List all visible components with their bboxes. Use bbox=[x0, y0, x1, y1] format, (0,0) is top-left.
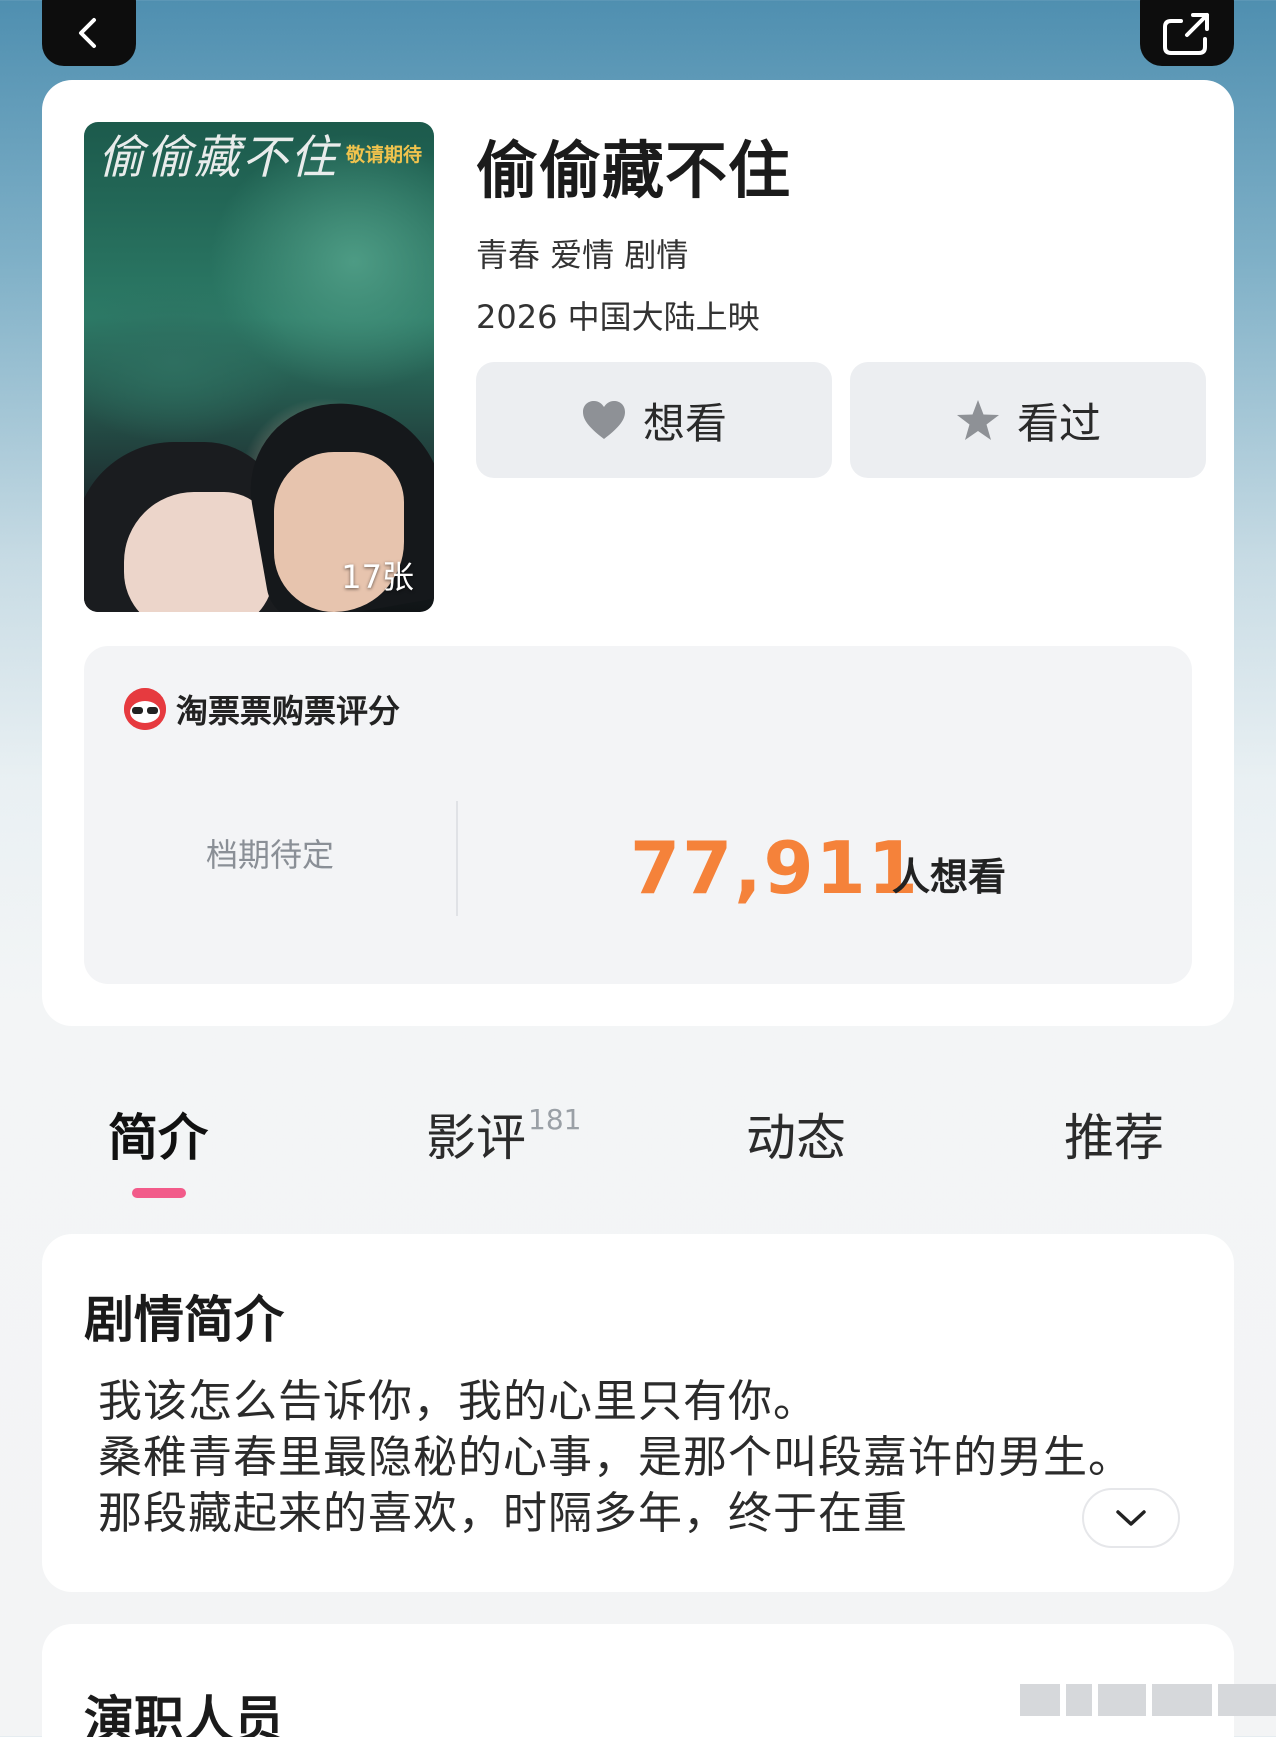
synopsis-heading: 剧情简介 bbox=[84, 1291, 284, 1349]
chevron-left-icon bbox=[79, 18, 96, 48]
release-status: 档期待定 bbox=[205, 836, 334, 874]
expand-synopsis-button[interactable] bbox=[1082, 1488, 1180, 1548]
movie-header-card: 偷偷藏不住 敬请期待 17张 偷偷藏不住 青春 爱情 剧情 2026 中国大陆上… bbox=[42, 80, 1234, 1026]
poster-tag: 敬请期待 bbox=[345, 144, 422, 166]
rating-source-label: 淘票票购票评分 bbox=[176, 692, 401, 730]
tab-recommend[interactable]: 推荐 bbox=[1064, 1098, 1164, 1170]
tab-updates[interactable]: 动态 bbox=[746, 1098, 846, 1170]
movie-poster[interactable]: 偷偷藏不住 敬请期待 17张 bbox=[84, 122, 434, 612]
movie-genres: 青春 爱情 剧情 bbox=[476, 236, 689, 274]
tab-reviews[interactable]: 影评181 bbox=[426, 1098, 581, 1170]
want-count-suffix: 人想看 bbox=[892, 855, 1007, 899]
want-to-watch-button[interactable]: 想看 bbox=[476, 362, 832, 478]
synopsis-card: 剧情简介 我该怎么告诉你，我的心里只有你。 桑稚青春里最隐秘的心事，是那个叫段嘉… bbox=[42, 1234, 1234, 1592]
watched-button[interactable]: 看过 bbox=[850, 362, 1206, 478]
watermark bbox=[1020, 1684, 1276, 1716]
active-tab-indicator bbox=[132, 1188, 186, 1198]
synopsis-text: 我该怎么告诉你，我的心里只有你。 桑稚青春里最隐秘的心事，是那个叫段嘉许的男生。… bbox=[98, 1376, 1133, 1539]
tab-intro[interactable]: 简介 bbox=[108, 1098, 208, 1170]
rating-divider bbox=[456, 801, 458, 916]
poster-photo-count: 17张 bbox=[341, 558, 414, 596]
rating-panel: 淘票票购票评分 档期待定 77,911 人想看 bbox=[84, 646, 1192, 984]
review-count-badge: 181 bbox=[528, 1103, 582, 1136]
movie-title: 偷偷藏不住 bbox=[476, 134, 792, 207]
cast-card: 演职人员 bbox=[42, 1624, 1234, 1737]
poster-title-art: 偷偷藏不住 bbox=[98, 130, 338, 184]
poster-figure-face bbox=[124, 492, 274, 612]
share-button[interactable] bbox=[1140, 0, 1234, 66]
taopiaopiao-logo-icon bbox=[124, 688, 166, 730]
seen-label: 看过 bbox=[1016, 398, 1101, 448]
want-count: 77,911 bbox=[630, 826, 920, 910]
back-button[interactable] bbox=[42, 0, 136, 66]
want-label: 想看 bbox=[642, 398, 727, 448]
movie-release: 2026 中国大陆上映 bbox=[476, 298, 760, 336]
section-tabs: 简介 影评181 动态 推荐 bbox=[0, 1090, 1276, 1200]
star-icon bbox=[956, 400, 999, 440]
chevron-down-icon bbox=[1116, 1510, 1146, 1526]
cast-heading: 演职人员 bbox=[84, 1691, 284, 1737]
share-icon bbox=[1163, 13, 1209, 55]
heart-icon bbox=[582, 401, 625, 439]
